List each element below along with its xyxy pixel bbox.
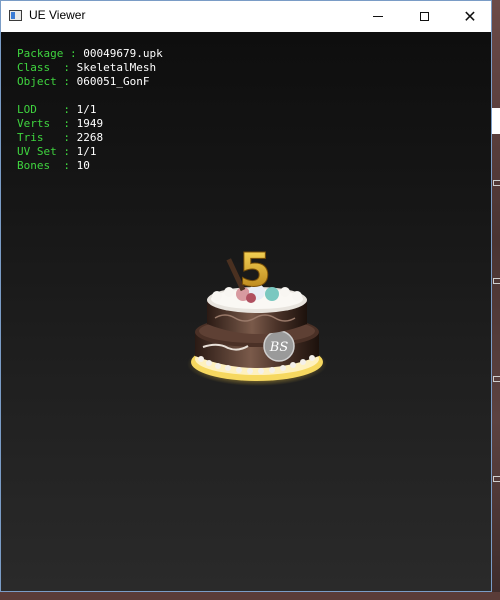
- info-uvset: UV Set : 1/1: [17, 145, 97, 158]
- background-mark: [493, 376, 500, 382]
- info-value: 1/1: [76, 103, 97, 116]
- info-value: 060051_GonF: [76, 75, 150, 88]
- info-value: 00049679.upk: [83, 47, 163, 60]
- info-class: Class : SkeletalMesh: [17, 61, 157, 74]
- info-label: Object: [17, 75, 64, 88]
- info-value: 1/1: [76, 145, 97, 158]
- info-lod: LOD : 1/1: [17, 103, 97, 116]
- cake-model: BS 5: [187, 243, 327, 386]
- maximize-icon: [419, 12, 429, 21]
- ue-viewer-window: UE Viewer ✕ Package : 00049679.upk Class…: [0, 0, 492, 592]
- badge-text: BS: [269, 340, 289, 355]
- info-value: 1949: [76, 117, 104, 130]
- info-bones: Bones : 10: [17, 159, 90, 172]
- info-package: Package : 00049679.upk: [17, 47, 163, 60]
- info-object: Object : 060051_GonF: [17, 75, 150, 88]
- close-button[interactable]: ✕: [447, 1, 493, 32]
- desktop-background-bottom: [0, 592, 500, 600]
- desktop-background-right: [492, 0, 500, 600]
- background-mark: [493, 476, 500, 482]
- background-mark: [493, 278, 500, 284]
- info-label: Class: [17, 61, 64, 74]
- close-icon: ✕: [463, 6, 477, 26]
- 3d-viewport[interactable]: Package : 00049679.upk Class : SkeletalM…: [1, 32, 491, 591]
- maximize-button[interactable]: [401, 1, 447, 32]
- info-label: LOD: [17, 103, 64, 116]
- background-window-panel: [492, 108, 500, 134]
- app-icon[interactable]: [9, 10, 22, 21]
- minimize-button[interactable]: [355, 1, 401, 32]
- info-label: Package: [17, 47, 64, 60]
- minimize-icon: [373, 16, 383, 17]
- background-mark: [493, 180, 500, 186]
- info-verts: Verts : 1949: [17, 117, 104, 130]
- info-label: Tris: [17, 131, 64, 144]
- info-label: Verts: [17, 117, 64, 130]
- info-value: 10: [76, 159, 90, 172]
- title-bar[interactable]: UE Viewer ✕: [1, 1, 491, 32]
- info-label: Bones: [17, 159, 64, 172]
- info-tris: Tris : 2268: [17, 131, 104, 144]
- window-title: UE Viewer: [29, 8, 86, 22]
- info-value: 2268: [76, 131, 104, 144]
- candle-number: 5: [239, 243, 271, 297]
- info-value: SkeletalMesh: [76, 61, 157, 74]
- info-label: UV Set: [17, 145, 64, 158]
